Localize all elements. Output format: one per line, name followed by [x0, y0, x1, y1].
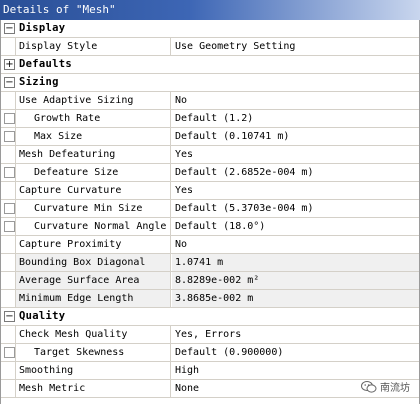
property-name: Mesh Metric [15, 380, 171, 397]
category-label: Defaults [19, 58, 72, 70]
property-value[interactable]: Default (1.2) [172, 110, 419, 127]
property-name: Growth Rate [15, 110, 171, 127]
property-name: Check Mesh Quality [15, 326, 171, 343]
property-value[interactable]: No [172, 92, 419, 109]
property-value[interactable]: Yes [172, 182, 419, 199]
property-row-minimum-edge-length: Minimum Edge Length 3.8685e-002 m [1, 290, 419, 308]
property-value[interactable]: Default (2.6852e-004 m) [172, 164, 419, 181]
property-row-average-surface-area: Average Surface Area 8.8289e-002 m² [1, 272, 419, 290]
property-name: Max Size [15, 128, 171, 145]
wechat-logo-icon [361, 380, 377, 393]
property-name: Display Style [15, 38, 171, 55]
property-row-defeature-size[interactable]: Defeature Size Default (2.6852e-004 m) [1, 164, 419, 182]
collapse-icon[interactable]: − [4, 23, 15, 34]
property-row-mesh-defeaturing[interactable]: Mesh Defeaturing Yes [1, 146, 419, 164]
property-name: Bounding Box Diagonal [15, 254, 171, 271]
property-row-smoothing[interactable]: Smoothing High [1, 362, 419, 380]
property-row-mesh-metric[interactable]: Mesh Metric None [1, 380, 419, 398]
property-row-bounding-box-diagonal: Bounding Box Diagonal 1.0741 m [1, 254, 419, 272]
property-row-target-skewness[interactable]: Target Skewness Default (0.900000) [1, 344, 419, 362]
property-value[interactable]: Use Geometry Setting [172, 38, 419, 55]
collapse-icon[interactable]: − [4, 311, 15, 322]
property-name: Curvature Min Size [15, 200, 171, 217]
property-value[interactable]: Yes, Errors [172, 326, 419, 343]
category-sizing[interactable]: − Sizing [1, 74, 419, 92]
property-name: Capture Curvature [15, 182, 171, 199]
checkbox-icon[interactable] [4, 203, 15, 214]
property-value[interactable]: Default (0.900000) [172, 344, 419, 361]
category-display[interactable]: − Display [1, 20, 419, 38]
property-value: 1.0741 m [172, 254, 419, 271]
property-value[interactable]: Yes [172, 146, 419, 163]
property-value: 3.8685e-002 m [172, 290, 419, 307]
property-name: Curvature Normal Angle [15, 218, 171, 235]
property-row-max-size[interactable]: Max Size Default (0.10741 m) [1, 128, 419, 146]
property-value[interactable]: No [172, 236, 419, 253]
property-value[interactable]: Default (18.0°) [172, 218, 419, 235]
property-name: Mesh Defeaturing [15, 146, 171, 163]
property-name: Smoothing [15, 362, 171, 379]
checkbox-icon[interactable] [4, 221, 15, 232]
collapse-icon[interactable]: − [4, 77, 15, 88]
property-row-display-style[interactable]: Display Style Use Geometry Setting [1, 38, 419, 56]
property-name: Capture Proximity [15, 236, 171, 253]
property-row-capture-proximity[interactable]: Capture Proximity No [1, 236, 419, 254]
window-title: Details of "Mesh" [0, 0, 420, 20]
checkbox-icon[interactable] [4, 167, 15, 178]
property-row-curvature-normal-angle[interactable]: Curvature Normal Angle Default (18.0°) [1, 218, 419, 236]
property-row-check-mesh-quality[interactable]: Check Mesh Quality Yes, Errors [1, 326, 419, 344]
property-value[interactable]: Default (0.10741 m) [172, 128, 419, 145]
property-name: Defeature Size [15, 164, 171, 181]
watermark-text: 南流坊 [380, 383, 410, 394]
category-label: Quality [19, 310, 66, 322]
property-row-growth-rate[interactable]: Growth Rate Default (1.2) [1, 110, 419, 128]
checkbox-icon[interactable] [4, 113, 15, 124]
checkbox-icon[interactable] [4, 347, 15, 358]
category-label: Display [19, 22, 66, 34]
expand-icon[interactable]: + [4, 59, 15, 70]
category-defaults[interactable]: + Defaults [1, 56, 419, 74]
property-value[interactable]: Default (5.3703e-004 m) [172, 200, 419, 217]
property-name: Use Adaptive Sizing [15, 92, 171, 109]
property-name: Minimum Edge Length [15, 290, 171, 307]
checkbox-icon[interactable] [4, 131, 15, 142]
property-row-use-adaptive-sizing[interactable]: Use Adaptive Sizing No [1, 92, 419, 110]
property-value[interactable]: High [172, 362, 419, 379]
property-row-curvature-min-size[interactable]: Curvature Min Size Default (5.3703e-004 … [1, 200, 419, 218]
category-label: Sizing [19, 76, 59, 88]
property-value: 8.8289e-002 m² [172, 272, 419, 289]
watermark: 南流坊 [361, 379, 410, 394]
category-quality[interactable]: − Quality [1, 308, 419, 326]
property-name: Average Surface Area [15, 272, 171, 289]
property-name: Target Skewness [15, 344, 171, 361]
property-row-capture-curvature[interactable]: Capture Curvature Yes [1, 182, 419, 200]
details-panel: − Display Display Style Use Geometry Set… [0, 20, 420, 404]
